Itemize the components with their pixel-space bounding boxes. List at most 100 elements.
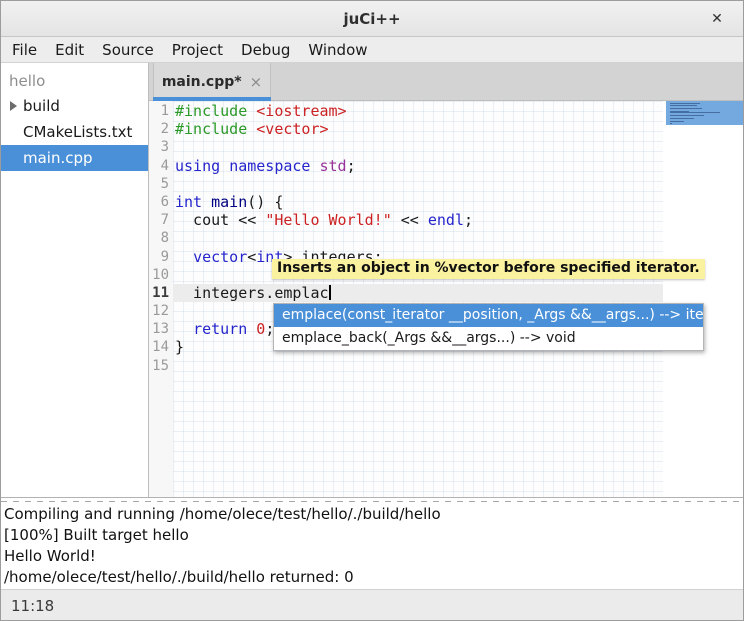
autocomplete-popup: emplace(const_iterator __position, _Args… bbox=[273, 303, 704, 351]
line-number: 12 bbox=[149, 302, 173, 320]
line-number: 14 bbox=[149, 338, 173, 356]
code-token bbox=[247, 120, 256, 138]
code-line-15[interactable] bbox=[173, 357, 663, 375]
code-line-4[interactable]: using namespace std; bbox=[173, 157, 663, 175]
tree-item-label: CMakeLists.txt bbox=[1, 123, 132, 141]
code-token bbox=[175, 320, 193, 338]
code-token: < bbox=[247, 248, 256, 266]
output-line: Compiling and running /home/olece/test/h… bbox=[1, 504, 743, 525]
line-number: 8 bbox=[149, 229, 173, 247]
output-line: Hello World! bbox=[1, 546, 743, 567]
code-token: return bbox=[193, 320, 247, 338]
cursor-position-label: 11:18 bbox=[1, 590, 54, 615]
minimap[interactable] bbox=[663, 101, 743, 497]
code-line-2[interactable]: #include <vector> bbox=[173, 120, 663, 138]
menu-source[interactable]: Source bbox=[93, 39, 163, 61]
doc-tooltip: Inserts an object in %vector before spec… bbox=[272, 259, 705, 279]
minimap-line bbox=[670, 112, 720, 113]
code-token: cout << bbox=[175, 211, 265, 229]
line-number: 10 bbox=[149, 266, 173, 284]
code-token bbox=[202, 193, 211, 211]
line-number: 1 bbox=[149, 102, 173, 120]
minimap-line bbox=[670, 108, 702, 109]
tab-bar: main.cpp* × bbox=[149, 63, 743, 101]
line-number: 9 bbox=[149, 248, 173, 266]
code-line-5[interactable] bbox=[173, 175, 663, 193]
line-number: 3 bbox=[149, 138, 173, 156]
line-number: 11 bbox=[149, 284, 173, 302]
code-token bbox=[220, 157, 229, 175]
code-token: int bbox=[175, 193, 202, 211]
expander-icon[interactable] bbox=[10, 101, 17, 111]
line-number: 6 bbox=[149, 193, 173, 211]
code-line-1[interactable]: #include <iostream> bbox=[173, 102, 663, 120]
output-line: /home/olece/test/hello/./build/hello ret… bbox=[1, 567, 743, 588]
line-number: 13 bbox=[149, 320, 173, 338]
code-token: main bbox=[211, 193, 247, 211]
code-token: std bbox=[320, 157, 347, 175]
line-number: 5 bbox=[149, 175, 173, 193]
line-number: 2 bbox=[149, 120, 173, 138]
code-line-6[interactable]: int main() { bbox=[173, 193, 663, 211]
code-token: endl bbox=[428, 211, 464, 229]
text-cursor bbox=[329, 285, 331, 300]
code-token: "Hello World!" bbox=[265, 211, 391, 229]
output-line: [100%] Built target hello bbox=[1, 525, 743, 546]
menu-debug[interactable]: Debug bbox=[232, 39, 299, 61]
code-token: namespace bbox=[229, 157, 310, 175]
tab-label: main.cpp* bbox=[162, 74, 242, 90]
file-tree: build CMakeLists.txt main.cpp bbox=[1, 93, 148, 171]
autocomplete-item[interactable]: emplace_back(_Args &&__args...) --> void bbox=[274, 327, 703, 350]
code-token: 0 bbox=[256, 320, 265, 338]
minimap-line bbox=[670, 123, 672, 124]
code-line-7[interactable]: cout << "Hello World!" << endl; bbox=[173, 211, 663, 229]
code-token: << bbox=[392, 211, 428, 229]
code-token: } bbox=[175, 338, 184, 356]
code-token: <iostream> bbox=[256, 102, 346, 120]
editor-pane: main.cpp* × 123456789101112131415 #inclu… bbox=[149, 63, 743, 497]
code-token bbox=[175, 248, 193, 266]
code-token: using bbox=[175, 157, 220, 175]
menu-file[interactable]: File bbox=[3, 39, 46, 61]
line-number-gutter: 123456789101112131415 bbox=[149, 101, 173, 497]
code-token bbox=[247, 320, 256, 338]
title-bar: juCi++ ✕ bbox=[1, 1, 743, 37]
tree-item-label: main.cpp bbox=[1, 149, 93, 167]
build-output-panel: Compiling and running /home/olece/test/h… bbox=[1, 504, 743, 589]
code-token: vector bbox=[193, 248, 247, 266]
app-window: juCi++ ✕ FileEditSourceProjectDebugWindo… bbox=[0, 0, 744, 621]
code-line-11[interactable]: integers.emplac bbox=[173, 284, 663, 302]
autocomplete-item[interactable]: emplace(const_iterator __position, _Args… bbox=[274, 304, 703, 327]
code-text-area[interactable]: #include <iostream>#include <vector>usin… bbox=[173, 101, 663, 497]
code-token: ; bbox=[464, 211, 473, 229]
code-token: #include bbox=[175, 120, 247, 138]
minimap-line bbox=[670, 118, 694, 119]
line-number: 15 bbox=[149, 357, 173, 375]
menu-window[interactable]: Window bbox=[299, 39, 376, 61]
main-area: hello build CMakeLists.txt main.cpp main.c… bbox=[1, 63, 743, 498]
tree-item-cmakelists-txt[interactable]: CMakeLists.txt bbox=[1, 119, 148, 145]
file-tree-sidebar: hello build CMakeLists.txt main.cpp bbox=[1, 63, 149, 497]
code-token: ; bbox=[347, 157, 356, 175]
line-number: 7 bbox=[149, 211, 173, 229]
tree-item-build[interactable]: build bbox=[1, 93, 148, 119]
status-bar: 11:18 bbox=[1, 589, 743, 621]
code-token: <vector> bbox=[256, 120, 328, 138]
minimap-viewport[interactable] bbox=[666, 101, 743, 125]
tree-item-main-cpp[interactable]: main.cpp bbox=[1, 145, 148, 171]
tab-main-cpp[interactable]: main.cpp* × bbox=[153, 63, 271, 101]
tab-close-icon[interactable]: × bbox=[250, 73, 263, 91]
close-icon[interactable]: ✕ bbox=[707, 9, 727, 29]
code-token: integers.emplac bbox=[175, 284, 329, 302]
minimap-line bbox=[670, 121, 684, 122]
minimap-line bbox=[670, 115, 704, 116]
project-name-label: hello bbox=[1, 63, 148, 93]
code-token: () { bbox=[247, 193, 283, 211]
code-line-8[interactable] bbox=[173, 229, 663, 247]
code-editor[interactable]: 123456789101112131415 #include <iostream… bbox=[149, 101, 743, 497]
menu-edit[interactable]: Edit bbox=[46, 39, 93, 61]
code-token: #include bbox=[175, 102, 247, 120]
menubar: FileEditSourceProjectDebugWindow bbox=[1, 37, 743, 63]
code-line-3[interactable] bbox=[173, 138, 663, 156]
menu-project[interactable]: Project bbox=[163, 39, 232, 61]
